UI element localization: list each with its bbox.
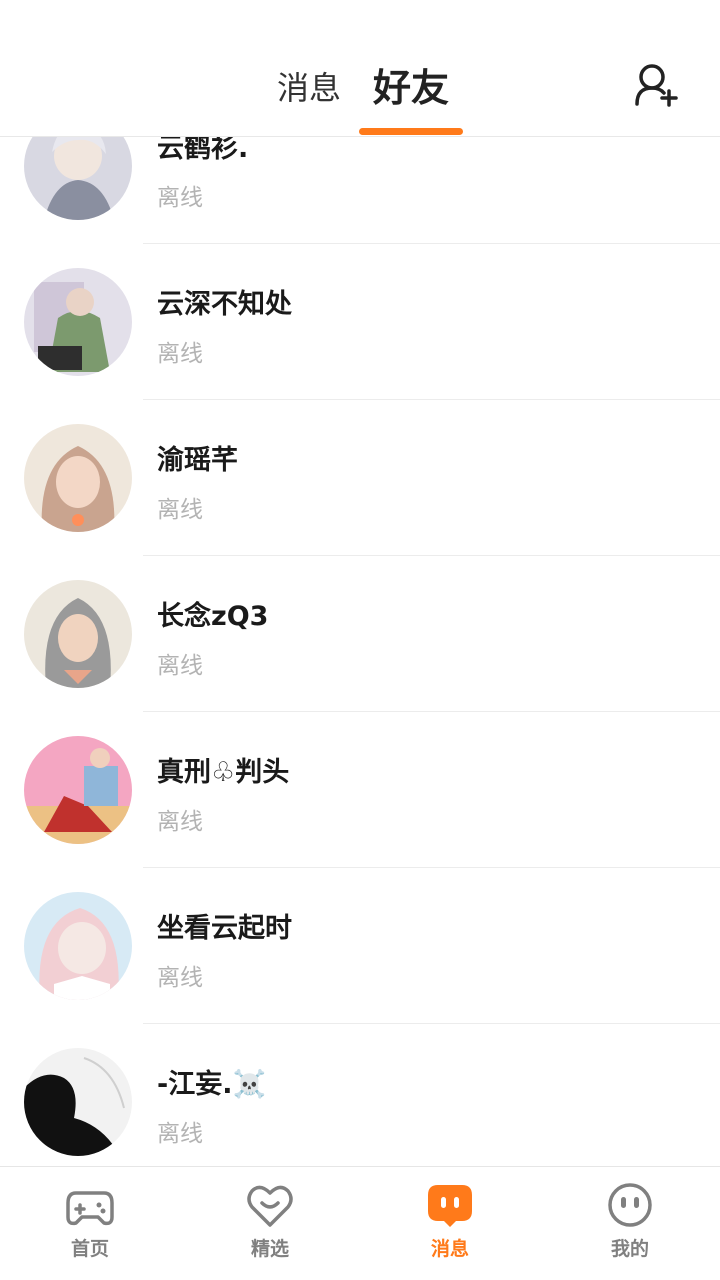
avatar (24, 580, 132, 688)
nav-me[interactable]: 我的 (540, 1167, 720, 1280)
smiley-face-icon (606, 1181, 654, 1229)
friend-name: -江妄.☠️ (157, 1069, 267, 1100)
avatar (24, 1048, 132, 1156)
tab-messages[interactable]: 消息 (268, 64, 350, 112)
friend-status: 离线 (157, 341, 203, 367)
nav-home[interactable]: 首页 (0, 1167, 180, 1280)
avatar (24, 424, 132, 532)
gamepad-icon (66, 1181, 114, 1229)
friend-name: 坐看云起时 (157, 913, 292, 944)
friend-name: 真刑♧判头 (157, 757, 290, 788)
nav-messages[interactable]: 消息 (360, 1167, 540, 1280)
friend-status: 离线 (157, 185, 203, 211)
friend-row[interactable]: 云深不知处 离线 (0, 244, 720, 400)
add-user-icon[interactable] (632, 62, 680, 110)
avatar (24, 892, 132, 1000)
friend-row[interactable]: 渝瑶芊 离线 (0, 400, 720, 556)
active-tab-indicator (359, 128, 463, 135)
friend-row[interactable]: 长念zQ3 离线 (0, 556, 720, 712)
friend-name: 渝瑶芊 (157, 445, 238, 476)
nav-featured-label: 精选 (250, 1238, 289, 1260)
friend-status: 离线 (157, 653, 203, 679)
friend-name: 云深不知处 (157, 289, 292, 320)
friends-page: 云鹤衫. 离线 云深不知处 离线 渝瑶芊 离线 长念zQ3 离线 真刑♧判头 离… (0, 0, 720, 1280)
friend-row[interactable]: 真刑♧判头 离线 (0, 712, 720, 868)
nav-home-label: 首页 (70, 1238, 109, 1260)
friend-name: 长念zQ3 (157, 601, 269, 632)
friend-row[interactable]: -江妄.☠️ 离线 (0, 1024, 720, 1180)
avatar (24, 268, 132, 376)
avatar (24, 736, 132, 844)
friend-status: 离线 (157, 497, 203, 523)
friend-row[interactable]: 坐看云起时 离线 (0, 868, 720, 1024)
bottom-nav: 首页 精选 消息 我的 (0, 1166, 720, 1280)
nav-me-label: 我的 (610, 1238, 649, 1260)
tab-friends[interactable]: 好友 (362, 64, 460, 112)
top-header: 消息 好友 (0, 0, 720, 137)
message-bubble-icon (426, 1181, 474, 1229)
nav-featured[interactable]: 精选 (180, 1167, 360, 1280)
heart-chat-icon (246, 1181, 294, 1229)
friend-status: 离线 (157, 965, 203, 991)
nav-messages-label: 消息 (430, 1238, 469, 1260)
friend-status: 离线 (157, 809, 203, 835)
friend-status: 离线 (157, 1121, 203, 1147)
